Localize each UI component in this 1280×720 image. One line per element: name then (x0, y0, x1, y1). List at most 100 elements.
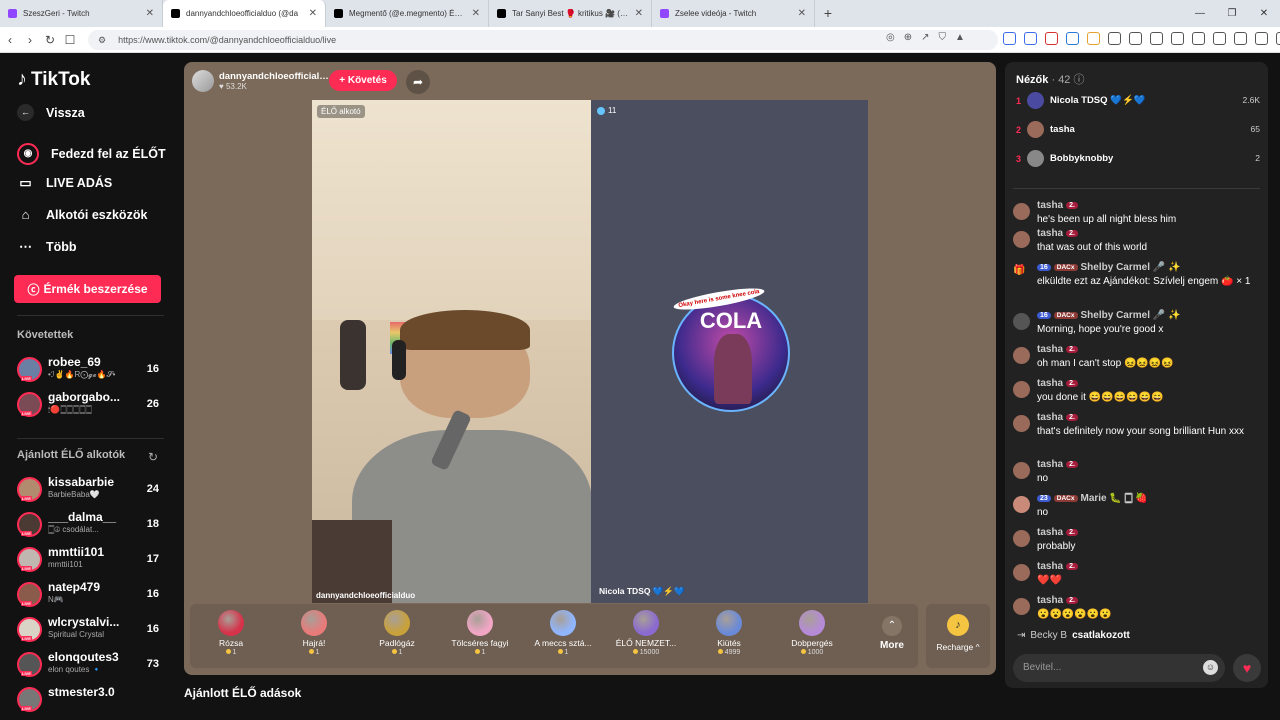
message-username[interactable]: tasha (1037, 459, 1063, 470)
back-link[interactable]: ← Vissza (17, 104, 85, 121)
extension-icon[interactable] (1192, 32, 1205, 45)
extension-icon[interactable] (1150, 32, 1163, 45)
triangle-icon[interactable]: ▲ (955, 32, 965, 43)
message-username[interactable]: Marie 🐛 🀆 🍓 (1081, 493, 1148, 504)
avatar[interactable] (1013, 231, 1030, 248)
nav-item-2[interactable]: ⌂ Alkotói eszközök (17, 207, 148, 222)
extension-icon[interactable] (1087, 32, 1100, 45)
message-username[interactable]: Shelby Carmel 🎤 ✨ (1081, 310, 1181, 321)
cast-icon[interactable]: ◎ (886, 32, 895, 43)
recharge-button[interactable]: ♪ Recharge ^ (926, 604, 990, 668)
avatar[interactable] (1013, 313, 1030, 330)
forward-icon[interactable]: › (20, 33, 40, 47)
account-item[interactable]: LIVE elonqoutes3 elon qoutes 🔹 73 (17, 650, 162, 680)
account-item[interactable]: LIVE robee_69 •ℐ✌🔥R⨀𝓰𝓮🔥𝓢• 16 (17, 355, 162, 385)
extension-icon[interactable] (1213, 32, 1226, 45)
extension-icon[interactable] (1129, 32, 1142, 45)
message-username[interactable]: Shelby Carmel 🎤 ✨ (1081, 262, 1181, 273)
tiktok-logo[interactable]: ♪ TikTok (17, 68, 90, 91)
site-settings-icon[interactable]: ⚙ (98, 35, 106, 46)
avatar[interactable] (1013, 381, 1030, 398)
host-name[interactable]: dannyandchloeofficialduo (219, 71, 329, 82)
host-video[interactable]: ÉLŐ alkotó dannyandchloeofficialduo (312, 100, 591, 603)
back-icon[interactable]: ‹ (0, 33, 20, 47)
new-tab-icon[interactable]: + (815, 0, 841, 27)
extension-icon[interactable] (1171, 32, 1184, 45)
extension-icon[interactable] (1255, 32, 1268, 45)
account-item[interactable]: LIVE kissabarbie BarbieBaba🤍 24 (17, 475, 162, 505)
message-username[interactable]: tasha (1037, 378, 1063, 389)
message-username[interactable]: tasha (1037, 412, 1063, 423)
browser-tab[interactable]: Zselee videója - Twitch ✕ (652, 0, 815, 27)
message-username[interactable]: tasha (1037, 561, 1063, 572)
tab-close-icon[interactable]: ✕ (309, 8, 317, 19)
browser-tab[interactable]: Megmentő (@e.megmento) ÉLŐ adás ✕ (326, 0, 489, 27)
refresh-icon[interactable]: ↻ (148, 450, 158, 464)
minimize-icon[interactable]: — (1184, 0, 1216, 27)
gift-item[interactable]: A meccs sztá... 1 (522, 604, 604, 668)
extension-icon[interactable] (1066, 32, 1079, 45)
gift-item[interactable]: ÉLŐ NEMZET... 15000 (605, 604, 687, 668)
message-username[interactable]: tasha (1037, 228, 1063, 239)
extension-icon[interactable] (1003, 32, 1016, 45)
top-viewer-row[interactable]: 2 tasha 65 (1016, 120, 1260, 142)
avatar[interactable] (1013, 462, 1030, 479)
account-item[interactable]: LIVE natep479 N🎮 16 (17, 580, 162, 610)
avatar[interactable] (1013, 496, 1030, 513)
extension-icon[interactable] (1108, 32, 1121, 45)
message-username[interactable]: tasha (1037, 595, 1063, 606)
account-item[interactable]: LIVE mmttii101 mmttii101 17 (17, 545, 162, 575)
gift-item[interactable]: Rózsa 1 (190, 604, 272, 668)
more-gifts-button[interactable]: ⌃ More (873, 604, 911, 668)
top-viewer-row[interactable]: 1 Nicola TDSQ 💙⚡💙 2.6K (1016, 91, 1260, 113)
gift-item[interactable]: Dobpergés 1000 (771, 604, 853, 668)
zoom-icon[interactable]: ⊕ (904, 32, 912, 43)
extension-icon[interactable] (1045, 32, 1058, 45)
like-heart-icon[interactable]: ♥ (1233, 654, 1261, 682)
account-item[interactable]: LIVE gaborgabo... 🕯🔴🀆🀆🀆🀆🀆 26 (17, 390, 162, 420)
avatar[interactable] (1013, 564, 1030, 581)
share-icon[interactable]: ➦ (406, 70, 430, 94)
avatar[interactable] (1013, 203, 1030, 220)
gift-item[interactable]: Hajrá! 1 (273, 604, 355, 668)
top-viewer-row[interactable]: 3 Bobbyknobby 2 (1016, 149, 1260, 171)
message-username[interactable]: tasha (1037, 344, 1063, 355)
account-item[interactable]: LIVE ___dalma__ 🀆☮ csodálat... 18 (17, 510, 162, 540)
avatar[interactable] (1013, 598, 1030, 615)
chat-input[interactable]: Bevitel... (1013, 654, 1225, 682)
info-icon[interactable]: ⓘ (1074, 74, 1085, 86)
tab-close-icon[interactable]: ✕ (635, 8, 643, 19)
browser-tab[interactable]: Tar Sanyi Best 🥊 kritikus 🎥 (@szop ✕ (489, 0, 652, 27)
avatar[interactable] (1013, 415, 1030, 432)
share-page-icon[interactable]: ↗ (921, 32, 929, 43)
account-item[interactable]: LIVE wlcrystalvi... Spiritual Crystal 16 (17, 615, 162, 645)
bookmark-icon[interactable]: ☐ (60, 33, 80, 47)
tab-close-icon[interactable]: ✕ (472, 8, 480, 19)
extension-icon[interactable] (1234, 32, 1247, 45)
get-coins-button[interactable]: ⓒ Érmék beszerzése (14, 275, 161, 303)
restore-icon[interactable]: ❐ (1216, 0, 1248, 27)
browser-tab[interactable]: dannyandchloeofficialduo (@da ✕ (163, 0, 326, 27)
message-username[interactable]: tasha (1037, 527, 1063, 538)
reload-icon[interactable]: ↻ (40, 33, 60, 47)
gift-item[interactable]: Tölcséres fagyi 1 (439, 604, 521, 668)
gift-item[interactable]: Kiütés 4999 (688, 604, 770, 668)
guest-video[interactable]: 11 COLA Okay here is some knee cola Nico… (591, 100, 868, 603)
message-username[interactable]: tasha (1037, 200, 1063, 211)
nav-item-1[interactable]: ▭ LIVE ADÁS (17, 175, 112, 191)
extension-icon[interactable] (1276, 32, 1280, 45)
browser-tab[interactable]: SzeszGeri - Twitch ✕ (0, 0, 163, 27)
account-item[interactable]: LIVE stmester3.0 (17, 685, 162, 715)
gift-item[interactable]: Padlógáz 1 (356, 604, 438, 668)
avatar[interactable]: 🎁 (1013, 265, 1030, 282)
avatar[interactable] (1013, 530, 1030, 547)
tab-close-icon[interactable]: ✕ (798, 8, 806, 19)
extension-icon[interactable] (1024, 32, 1037, 45)
url-field[interactable]: ⚙ https://www.tiktok.com/@dannyandchloeo… (88, 30, 998, 50)
nav-item-0[interactable]: ◉ Fedezd fel az ÉLŐT (17, 143, 166, 165)
host-avatar[interactable] (192, 70, 214, 92)
shield-icon[interactable]: ⛉ (939, 32, 947, 43)
nav-item-3[interactable]: ⋯ Több (17, 239, 77, 255)
follow-button[interactable]: + Követés (329, 70, 397, 91)
tab-close-icon[interactable]: ✕ (146, 8, 154, 19)
